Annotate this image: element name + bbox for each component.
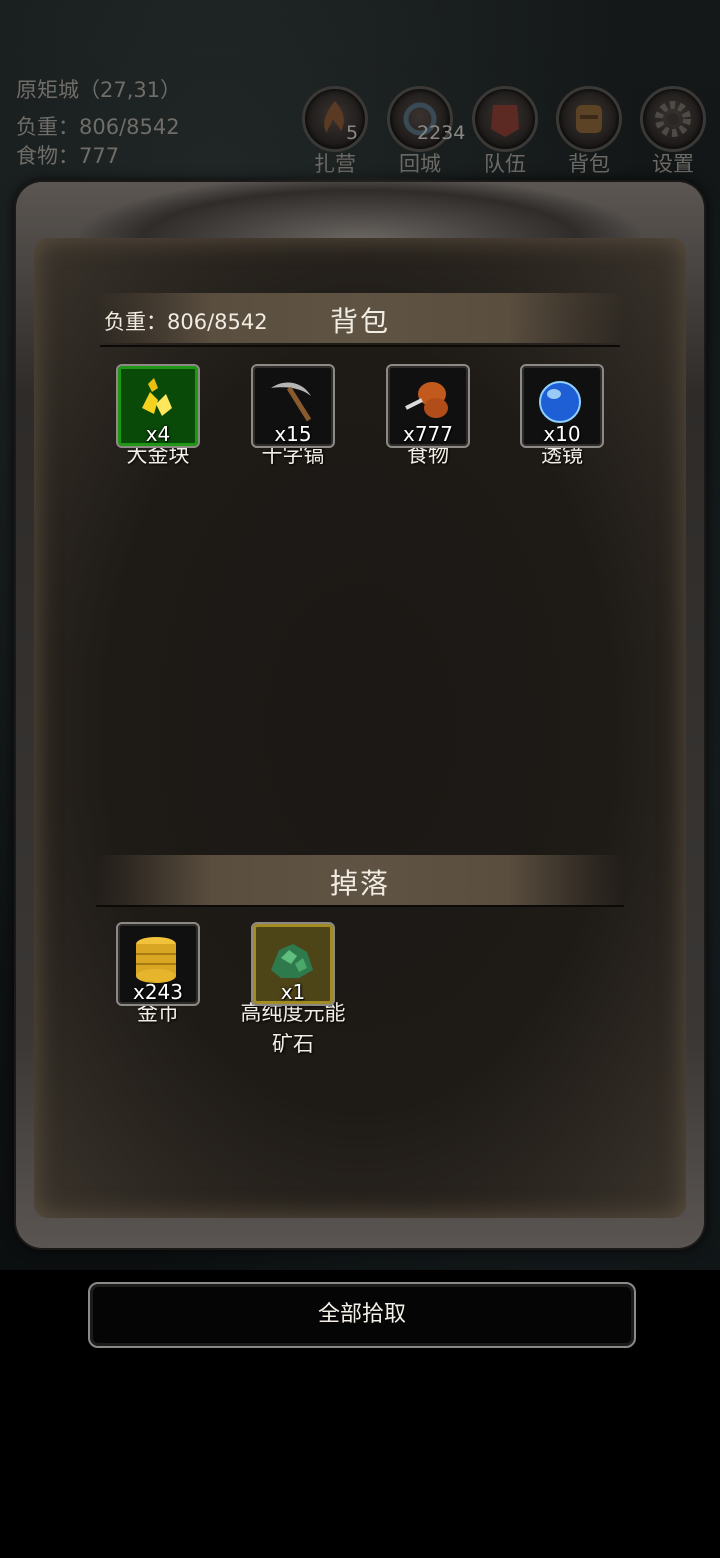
backpack-item-gold-nugget[interactable]: x4 大金块 (96, 364, 220, 471)
item-slot: x777 (386, 364, 470, 448)
team-label: 队伍 (484, 152, 526, 176)
team-button[interactable]: 队伍 (472, 86, 538, 176)
hud-weight-label: 负重：806/8542 (16, 115, 180, 139)
return-city-label: 回城 (399, 152, 441, 176)
hud-food-label: 食物：777 (16, 144, 120, 168)
item-name-line2: 矿石 (272, 1032, 314, 1056)
campfire-icon (302, 86, 368, 152)
return-city-badge: 2234 (417, 122, 466, 144)
item-slot: x10 (520, 364, 604, 448)
item-quantity: x243 (132, 980, 183, 1004)
drop-item-gold-coins[interactable]: x243 金币 (96, 922, 220, 1029)
backpack-button[interactable]: 背包 (556, 86, 622, 176)
backpack-title: 背包 (330, 305, 391, 338)
item-slot: x1 (251, 922, 335, 1006)
settings-label: 设置 (652, 152, 694, 176)
backpack-item-lens[interactable]: x10 透镜 (500, 364, 624, 471)
camp-button[interactable]: 5 扎营 (302, 86, 368, 176)
drops-header-divider (96, 905, 624, 907)
drops-title: 掉落 (330, 867, 391, 900)
pickup-all-button[interactable]: 全部拾取 (88, 1282, 636, 1348)
item-quantity: x4 (145, 422, 171, 446)
item-quantity: x15 (274, 422, 312, 446)
backpack-label: 背包 (568, 152, 610, 176)
gear-icon (640, 86, 706, 152)
item-slot: x243 (116, 922, 200, 1006)
item-slot: x4 (116, 364, 200, 448)
location-label: 原矩城（27,31） (16, 78, 182, 102)
backpack-item-pickaxe[interactable]: x15 十字镐 (231, 364, 355, 471)
hud-info: 原矩城（27,31） 负重：806/8542 食物：777 (16, 76, 181, 171)
item-slot: x15 (251, 364, 335, 448)
backpack-weight-label: 负重：806/8542 (104, 310, 268, 334)
item-name: 高纯度元能 矿石 (223, 998, 363, 1060)
item-quantity: x10 (543, 422, 581, 446)
backpack-header-divider (100, 345, 620, 347)
backpack-item-food[interactable]: x777 食物 (366, 364, 490, 471)
item-quantity: x777 (402, 422, 453, 446)
item-quantity: x1 (280, 980, 306, 1004)
settings-button[interactable]: 设置 (640, 86, 706, 176)
camp-badge: 5 (346, 122, 359, 144)
drop-item-pure-ore[interactable]: x1 高纯度元能 矿石 (231, 922, 355, 1060)
camp-label: 扎营 (314, 152, 356, 176)
return-city-button[interactable]: 2234 回城 (387, 86, 465, 176)
backpack-icon (556, 86, 622, 152)
team-icon (472, 86, 538, 152)
